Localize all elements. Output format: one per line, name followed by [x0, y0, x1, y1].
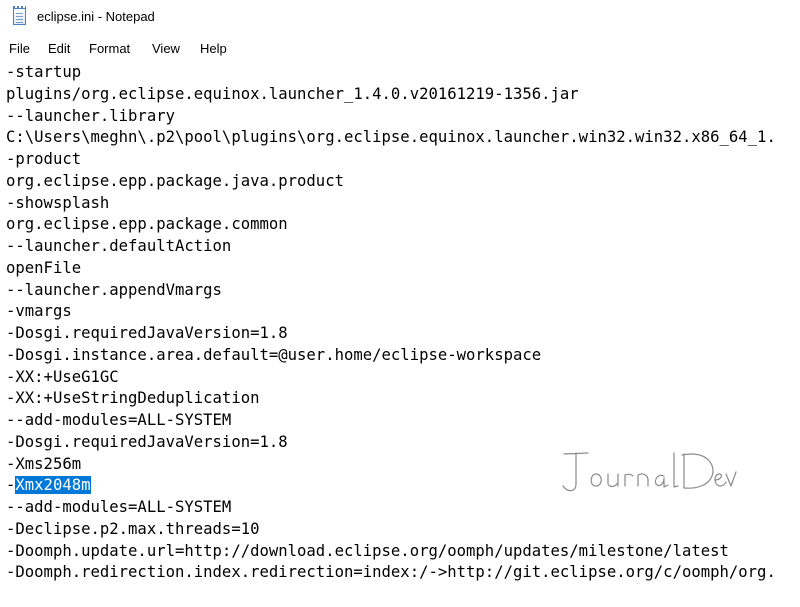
menu-edit[interactable]: Edit: [48, 41, 70, 56]
notepad-icon: [13, 6, 26, 25]
text-line: --launcher.defaultAction: [6, 237, 232, 255]
menu-help[interactable]: Help: [200, 41, 227, 56]
text-editor[interactable]: -startup plugins/org.eclipse.equinox.laun…: [0, 62, 800, 607]
text-line: openFile: [6, 258, 82, 277]
text-line: org.eclipse.epp.package.common: [6, 215, 288, 234]
text-line: org.eclipse.epp.package.java.product: [6, 171, 344, 190]
text-line: -vmargs: [6, 302, 72, 321]
text-line: --add-modules=ALL-SYSTEM: [6, 498, 232, 516]
text-line: -showsplash: [6, 193, 110, 212]
title-bar[interactable]: eclipse.ini - Notepad: [0, 0, 800, 38]
text-line: plugins/org.eclipse.equinox.launcher_1.4…: [6, 84, 579, 103]
selected-text[interactable]: Xmx2048m: [15, 476, 91, 495]
notepad-window: eclipse.ini - Notepad File Edit Format V…: [0, 0, 800, 607]
menu-format[interactable]: Format: [89, 41, 130, 56]
text-line: --add-modules=ALL-SYSTEM: [6, 411, 232, 429]
menu-file[interactable]: File: [9, 41, 30, 56]
menu-view[interactable]: View: [152, 41, 180, 56]
window-title: eclipse.ini - Notepad: [37, 9, 155, 24]
text-line: --launcher.appendVmargs: [6, 280, 222, 299]
text-line: -Dosgi.instance.area.default=@user.home/…: [6, 345, 542, 364]
text-line: -XX:+UseStringDeduplication: [6, 389, 260, 408]
menu-bar: File Edit Format View Help: [0, 38, 800, 60]
text-line: -Xms256m: [6, 454, 82, 473]
text-line: -Xmx2048m: [6, 475, 91, 496]
text-line: -XX:+UseG1GC: [6, 367, 119, 386]
text-line: -Dosgi.requiredJavaVersion=1.8: [6, 432, 288, 451]
text-line: --launcher.library: [6, 106, 175, 125]
text-line: -product: [6, 150, 82, 168]
text-line: -Dosgi.requiredJavaVersion=1.8: [6, 324, 288, 342]
text-line: C:\Users\meghn\.p2\pool\plugins\org.ecli…: [6, 128, 776, 147]
text-line: -Doomph.update.url=http://download.eclip…: [6, 541, 729, 560]
line-prefix: -: [6, 476, 16, 495]
text-line: -Declipse.p2.max.threads=10: [6, 519, 260, 538]
text-line: -Doomph.redirection.index.redirection=in…: [6, 563, 776, 582]
text-line: -startup: [6, 63, 82, 81]
